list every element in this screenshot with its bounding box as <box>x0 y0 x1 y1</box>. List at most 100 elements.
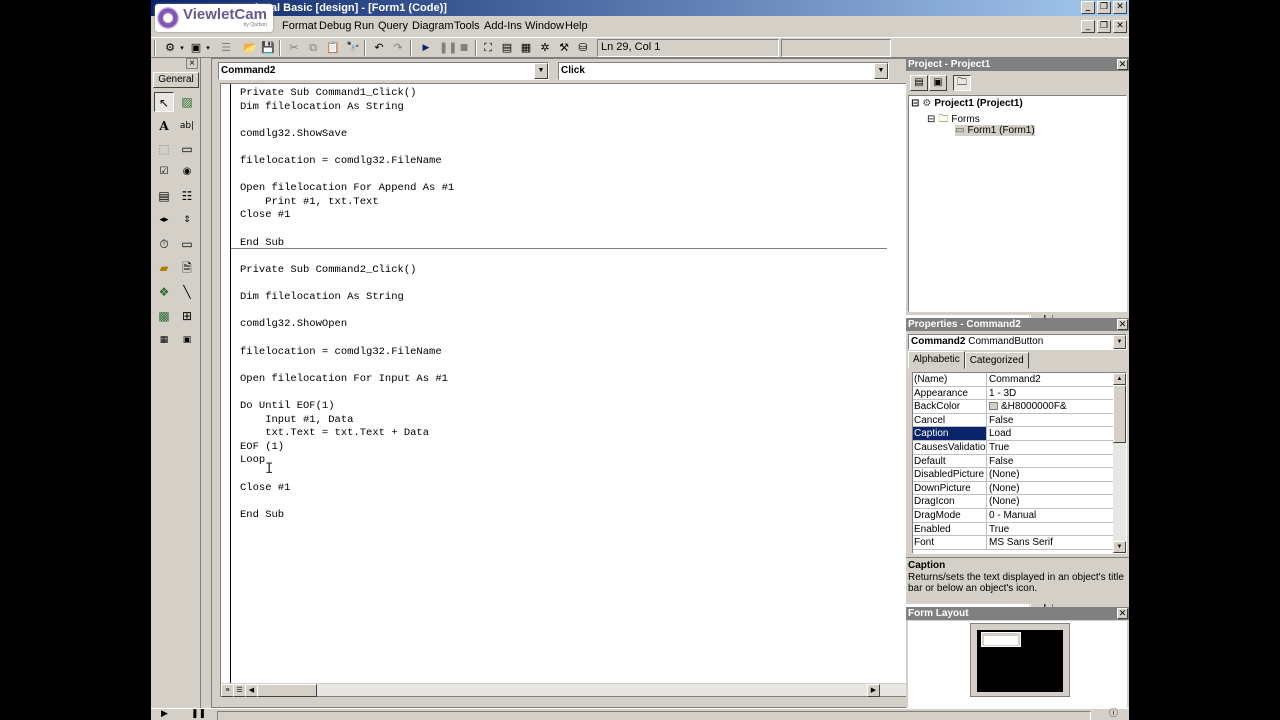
mdi-minimize-button[interactable]: _ <box>1081 20 1095 33</box>
scroll-right-icon[interactable]: ▶ <box>867 684 880 697</box>
form-layout-close-icon[interactable]: ✕ <box>1117 608 1128 619</box>
menu-window[interactable]: Window <box>525 20 564 32</box>
code-line[interactable]: Do Until EOF(1) <box>240 400 880 414</box>
property-name[interactable]: DragIcon <box>913 495 987 509</box>
code-line[interactable] <box>240 305 880 319</box>
code-line[interactable] <box>240 468 880 482</box>
procedure-command1-click[interactable]: Private Sub Command1_Click() Dim fileloca… <box>240 87 880 250</box>
toolbox-general-tab[interactable]: General <box>153 72 199 88</box>
code-line[interactable]: EOF (1) <box>240 441 880 455</box>
property-row[interactable]: DownPicture (None) <box>913 481 1113 496</box>
mdi-close-button[interactable]: ✕ <box>1113 20 1127 33</box>
playback-progress-track[interactable] <box>217 711 1091 720</box>
property-value[interactable]: 0 - Manual <box>987 509 1113 523</box>
code-line[interactable]: End Sub <box>240 509 880 523</box>
form-position-preview[interactable] <box>981 632 1021 647</box>
pointer-tool-icon[interactable]: ↖ <box>154 92 174 112</box>
listbox-tool-icon[interactable]: ☷ <box>177 186 197 206</box>
view-code-icon[interactable]: ▤ <box>910 75 928 91</box>
scroll-down-icon[interactable]: ▼ <box>1113 541 1126 553</box>
code-line[interactable] <box>240 386 880 400</box>
optionbutton-tool-icon[interactable]: ◉ <box>177 162 197 182</box>
filelistbox-tool-icon[interactable]: 🗎 <box>177 258 197 278</box>
code-line[interactable] <box>240 169 880 183</box>
end-icon[interactable]: ■ <box>457 41 471 55</box>
property-row[interactable]: Enabled True <box>913 522 1113 537</box>
data-tool-icon[interactable]: ⊞ <box>177 306 197 326</box>
properties-window-icon[interactable]: ▤ <box>500 41 514 55</box>
code-line[interactable]: Loop <box>240 454 880 468</box>
project-explorer-icon[interactable]: ⛶ <box>481 41 495 55</box>
properties-panel-close-icon[interactable]: ✕ <box>1117 319 1128 330</box>
property-value[interactable]: True <box>987 441 1113 455</box>
object-combo[interactable]: Command2 ▼ <box>218 62 549 80</box>
shape-tool-icon[interactable]: ❖ <box>154 282 174 302</box>
play-icon[interactable]: ▶ <box>161 709 168 720</box>
textbox-tool-icon[interactable]: ab| <box>177 116 197 136</box>
vscrollbar-tool-icon[interactable]: ⇕ <box>177 210 197 230</box>
property-name[interactable]: (Name) <box>913 373 987 387</box>
property-row[interactable]: DisabledPicture (None) <box>913 468 1113 482</box>
property-name[interactable]: Caption <box>913 427 987 441</box>
frame-tool-icon[interactable]: ⬚ <box>154 139 174 159</box>
code-line[interactable]: Open filelocation For Input As #1 <box>240 373 880 387</box>
menu-add-ins[interactable]: Add-Ins <box>484 20 522 32</box>
break-icon[interactable]: ❚❚ <box>439 41 457 55</box>
code-line[interactable] <box>240 359 880 373</box>
property-row[interactable]: (Name) Command2 <box>913 373 1113 387</box>
property-row[interactable]: DragMode 0 - Manual <box>913 509 1113 523</box>
project-panel-close-icon[interactable]: ✕ <box>1117 59 1128 70</box>
scroll-up-icon[interactable]: ▲ <box>1113 373 1126 385</box>
commondialog-tool-icon[interactable]: ▣ <box>177 330 197 350</box>
property-value[interactable]: &H8000000F& <box>987 400 1113 414</box>
tab-categorized[interactable]: Categorized <box>964 352 1029 369</box>
property-value[interactable]: (None) <box>987 495 1113 509</box>
property-value[interactable]: (None) <box>987 468 1113 482</box>
undo-icon[interactable]: ↶ <box>372 41 386 55</box>
code-line[interactable]: Dim filelocation As String <box>240 291 880 305</box>
property-row[interactable]: Caption Load <box>913 427 1113 441</box>
ole-tool-icon[interactable]: ▦ <box>154 330 174 350</box>
property-name[interactable]: BackColor <box>913 400 987 414</box>
property-row[interactable]: DragIcon (None) <box>913 495 1113 509</box>
property-value[interactable]: Load <box>987 427 1113 441</box>
find-icon[interactable]: 🔭 <box>346 41 360 55</box>
chevron-down-icon[interactable]: ▼ <box>534 63 548 79</box>
minimize-button[interactable]: _ <box>1081 1 1095 14</box>
code-line[interactable]: filelocation = comdlg32.FileName <box>240 155 880 169</box>
code-line[interactable]: Close #1 <box>240 482 880 496</box>
dirlistbox-tool-icon[interactable]: ▰ <box>154 258 174 278</box>
code-line[interactable]: comdlg32.ShowSave <box>240 128 880 142</box>
tree-project-node[interactable]: ⊟ ⚙ Project1 (Project1) <box>911 98 1023 109</box>
start-icon[interactable]: ▶ <box>419 41 433 55</box>
code-line[interactable] <box>240 223 880 237</box>
commandbutton-tool-icon[interactable]: ▭ <box>177 139 197 159</box>
checkbox-tool-icon[interactable]: ☑ <box>154 162 174 182</box>
code-line[interactable] <box>240 332 880 346</box>
procedure-combo[interactable]: Click ▼ <box>558 62 889 80</box>
code-line[interactable] <box>240 141 880 155</box>
object-selector-combo[interactable]: Command2 CommandButton ▼ <box>908 334 1127 350</box>
property-value[interactable]: False <box>987 455 1113 469</box>
code-line[interactable]: Open filelocation For Append As #1 <box>240 182 880 196</box>
redo-icon[interactable]: ↷ <box>391 41 405 55</box>
code-line[interactable]: Print #1, txt.Text <box>240 196 880 210</box>
property-row[interactable]: CausesValidation True <box>913 441 1113 455</box>
cut-icon[interactable]: ✂ <box>287 41 301 55</box>
property-row[interactable]: Default False <box>913 454 1113 469</box>
property-value[interactable]: True <box>987 523 1113 537</box>
data-view-icon[interactable]: ⛁ <box>576 41 590 55</box>
menu-tools[interactable]: Tools <box>454 20 480 32</box>
code-line[interactable]: txt.Text = txt.Text + Data <box>240 427 880 441</box>
property-value[interactable]: (None) <box>987 482 1113 496</box>
code-line[interactable]: filelocation = comdlg32.FileName <box>240 346 880 360</box>
property-name[interactable]: DownPicture <box>913 481 987 496</box>
save-project-icon[interactable]: 💾 <box>261 41 275 55</box>
property-name[interactable]: Cancel <box>913 413 987 428</box>
menu-run[interactable]: Run <box>354 20 374 32</box>
property-value[interactable]: 1 - 3D <box>987 387 1113 401</box>
code-line[interactable]: Input #1, Data <box>240 414 880 428</box>
property-name[interactable]: Appearance <box>913 386 987 401</box>
combobox-tool-icon[interactable]: ▤ <box>154 186 174 206</box>
code-line[interactable] <box>240 495 880 509</box>
